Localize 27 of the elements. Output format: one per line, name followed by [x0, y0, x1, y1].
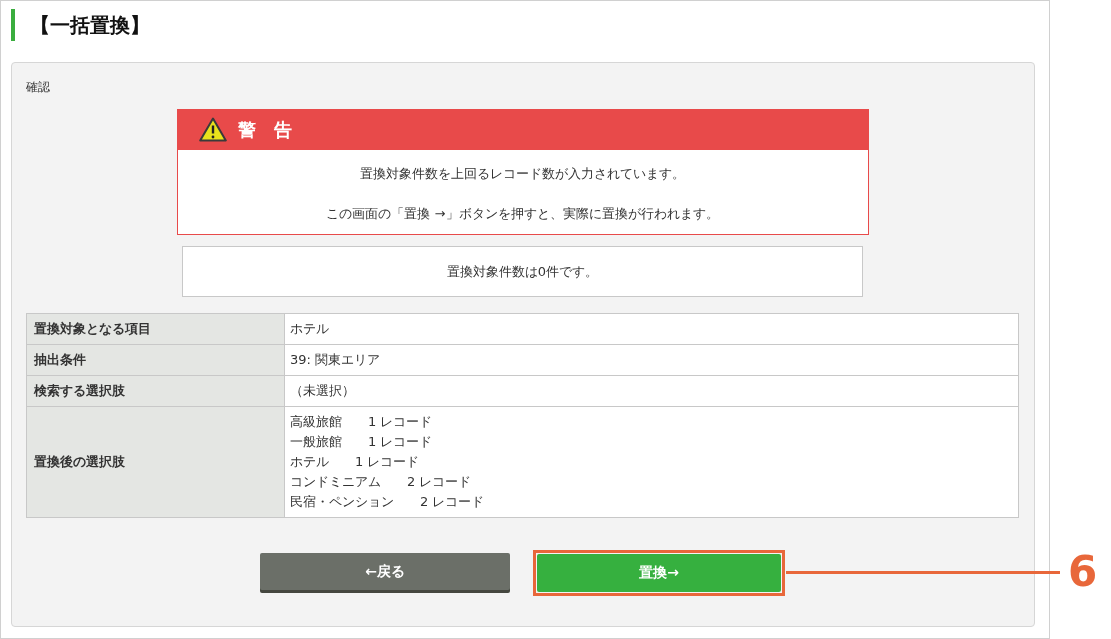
warning-title: 警 告 — [237, 118, 292, 141]
warning-icon — [198, 117, 227, 142]
table-cell: ホテル — [284, 313, 1019, 345]
choice-name: 民宿・ペンション — [290, 494, 394, 509]
warning-message: 置換対象件数を上回るレコード数が入力されています。 — [360, 165, 685, 183]
info-message: 置換対象件数は0件です。 — [446, 262, 599, 281]
choice-name: ホテル — [290, 454, 329, 469]
row-header-cell: 抽出条件 — [26, 344, 285, 376]
table-cell: （未選択） — [284, 375, 1019, 407]
row-header-cell: 置換後の選択肢 — [26, 406, 285, 518]
row-header-cell: 検索する選択肢 — [26, 375, 285, 407]
record-count: 1 レコード — [368, 434, 433, 449]
row-header-cell: 置換対象となる項目 — [26, 313, 285, 345]
table-cell: 39: 関東エリア — [284, 344, 1019, 376]
record-count: 1 レコード — [355, 454, 420, 469]
section-label: 確認 — [26, 80, 50, 94]
record-count: 2 レコード — [420, 494, 485, 509]
record-count: 1 レコード — [368, 414, 433, 429]
page-title: 【一括置換】 — [11, 9, 1049, 41]
back-button[interactable]: ←戻る — [260, 553, 510, 590]
callout-number: 6 — [1068, 550, 1098, 594]
choice-name: コンドミニアム — [290, 474, 381, 489]
record-count: 2 レコード — [407, 474, 472, 489]
warning-message: この画面の「置換 →」ボタンを押すと、実際に置換が行われます。 — [326, 205, 719, 223]
choice-name: 一般旅館 — [290, 434, 342, 449]
choice-name: 高級旅館 — [290, 414, 342, 429]
replace-button[interactable]: 置換→ — [537, 554, 781, 592]
